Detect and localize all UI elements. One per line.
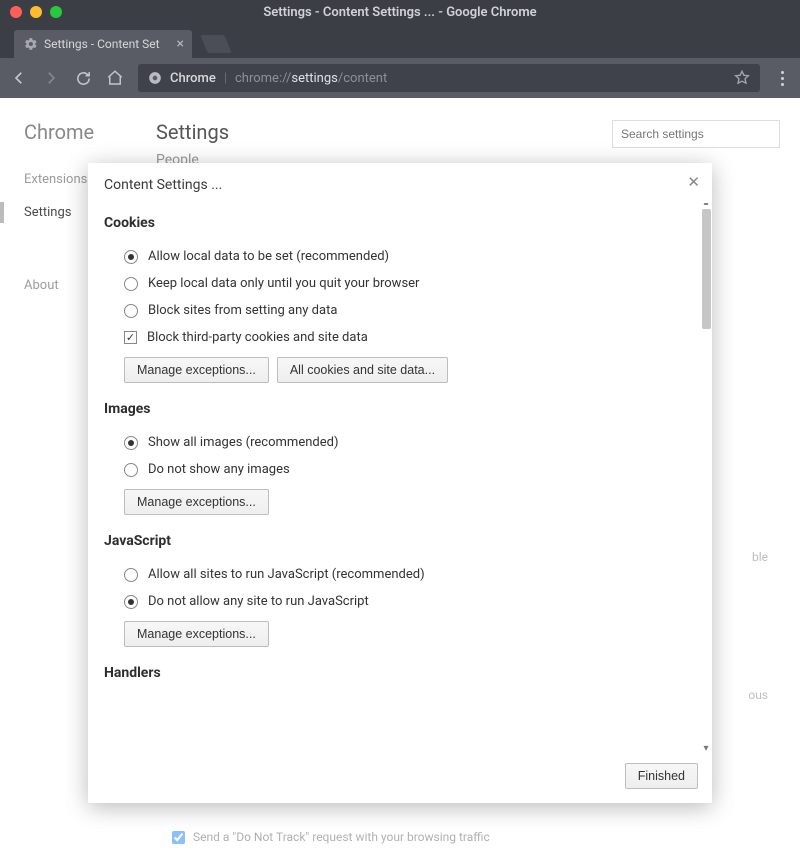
browser-tab[interactable]: Settings - Content Set × (14, 30, 192, 58)
cookies-block-third-party[interactable]: Block third-party cookies and site data (104, 324, 710, 351)
dialog-footer: Finished (88, 753, 712, 803)
cookies-manage-exceptions-button[interactable]: Manage exceptions... (124, 357, 269, 383)
radio-icon (124, 250, 138, 264)
option-label: Allow local data to be set (recommended) (148, 249, 389, 264)
forward-button[interactable] (42, 69, 60, 87)
close-tab-button[interactable]: × (177, 37, 184, 51)
javascript-option-block[interactable]: Do not allow any site to run JavaScript (104, 588, 710, 615)
section-heading: Cookies (104, 215, 710, 231)
bookmark-star-icon[interactable] (734, 70, 750, 86)
tab-strip: Settings - Content Set × (0, 24, 800, 58)
images-option-show-all[interactable]: Show all images (recommended) (104, 429, 710, 456)
option-label: Show all images (recommended) (148, 435, 338, 450)
section-heading: Handlers (104, 665, 710, 681)
omnibox-separator: | (224, 71, 227, 86)
address-bar[interactable]: Chrome | chrome://settings/content (138, 64, 760, 92)
radio-icon (124, 463, 138, 477)
background-text: ous (748, 688, 768, 702)
checkbox-icon (124, 331, 137, 344)
new-tab-button[interactable] (200, 35, 231, 53)
content-settings-dialog: Content Settings ... ✕ Cookies Allow loc… (88, 163, 712, 803)
maximize-window-button[interactable] (50, 6, 62, 18)
option-label: Block sites from setting any data (148, 303, 337, 318)
option-label: Keep local data only until you quit your… (148, 276, 419, 291)
sidebar-title: Chrome (24, 120, 150, 144)
images-option-block[interactable]: Do not show any images (104, 456, 710, 483)
omnibox-url: chrome://settings/content (235, 71, 387, 86)
radio-icon (124, 568, 138, 582)
section-heading: Images (104, 401, 710, 417)
tab-label: Settings - Content Set (44, 37, 160, 51)
dialog-title: Content Settings ... (88, 163, 712, 203)
finished-button[interactable]: Finished (625, 763, 698, 789)
section-heading: JavaScript (104, 533, 710, 549)
background-text: ble (752, 550, 768, 564)
dialog-close-button[interactable]: ✕ (687, 173, 700, 191)
omnibox-origin-label: Chrome (170, 71, 216, 86)
radio-icon (124, 277, 138, 291)
option-label: Do not show any images (148, 462, 290, 477)
scroll-thumb[interactable] (702, 209, 711, 329)
radio-icon (124, 304, 138, 318)
javascript-manage-exceptions-button[interactable]: Manage exceptions... (124, 621, 269, 647)
option-label: Do not allow any site to run JavaScript (148, 594, 369, 609)
section-handlers: Handlers (104, 665, 710, 681)
section-cookies: Cookies Allow local data to be set (reco… (104, 215, 710, 389)
chrome-icon (148, 71, 162, 85)
browser-toolbar: Chrome | chrome://settings/content (0, 58, 800, 98)
browser-menu-button[interactable] (774, 71, 790, 86)
cookies-option-keep-until-quit[interactable]: Keep local data only until you quit your… (104, 270, 710, 297)
section-images: Images Show all images (recommended) Do … (104, 401, 710, 521)
cookies-option-allow[interactable]: Allow local data to be set (recommended) (104, 243, 710, 270)
images-manage-exceptions-button[interactable]: Manage exceptions... (124, 489, 269, 515)
dialog-body: Cookies Allow local data to be set (reco… (88, 203, 712, 753)
dialog-scrollbar[interactable]: ▴ ▾ (700, 207, 712, 753)
cookies-all-data-button[interactable]: All cookies and site data... (277, 357, 448, 383)
section-javascript: JavaScript Allow all sites to run JavaSc… (104, 533, 710, 653)
gear-icon (24, 37, 38, 51)
window-controls (10, 6, 62, 18)
scroll-down-icon[interactable]: ▾ (700, 743, 712, 753)
dnt-checkbox[interactable] (172, 831, 185, 844)
settings-page: Chrome Extensions Settings About Setting… (0, 98, 800, 868)
dnt-label: Send a "Do Not Track" request with your … (193, 830, 490, 844)
home-button[interactable] (106, 69, 124, 87)
option-label: Allow all sites to run JavaScript (recom… (148, 567, 425, 582)
window-title: Settings - Content Settings ... - Google… (263, 5, 536, 20)
cookies-option-block-all[interactable]: Block sites from setting any data (104, 297, 710, 324)
option-label: Block third-party cookies and site data (147, 330, 368, 345)
javascript-option-allow[interactable]: Allow all sites to run JavaScript (recom… (104, 561, 710, 588)
close-window-button[interactable] (10, 6, 22, 18)
search-settings-input[interactable] (612, 120, 780, 148)
radio-icon (124, 436, 138, 450)
radio-icon (124, 595, 138, 609)
minimize-window-button[interactable] (30, 6, 42, 18)
reload-button[interactable] (74, 69, 92, 87)
window-titlebar: Settings - Content Settings ... - Google… (0, 0, 800, 24)
back-button[interactable] (10, 69, 28, 87)
dnt-row: Send a "Do Not Track" request with your … (172, 830, 490, 844)
